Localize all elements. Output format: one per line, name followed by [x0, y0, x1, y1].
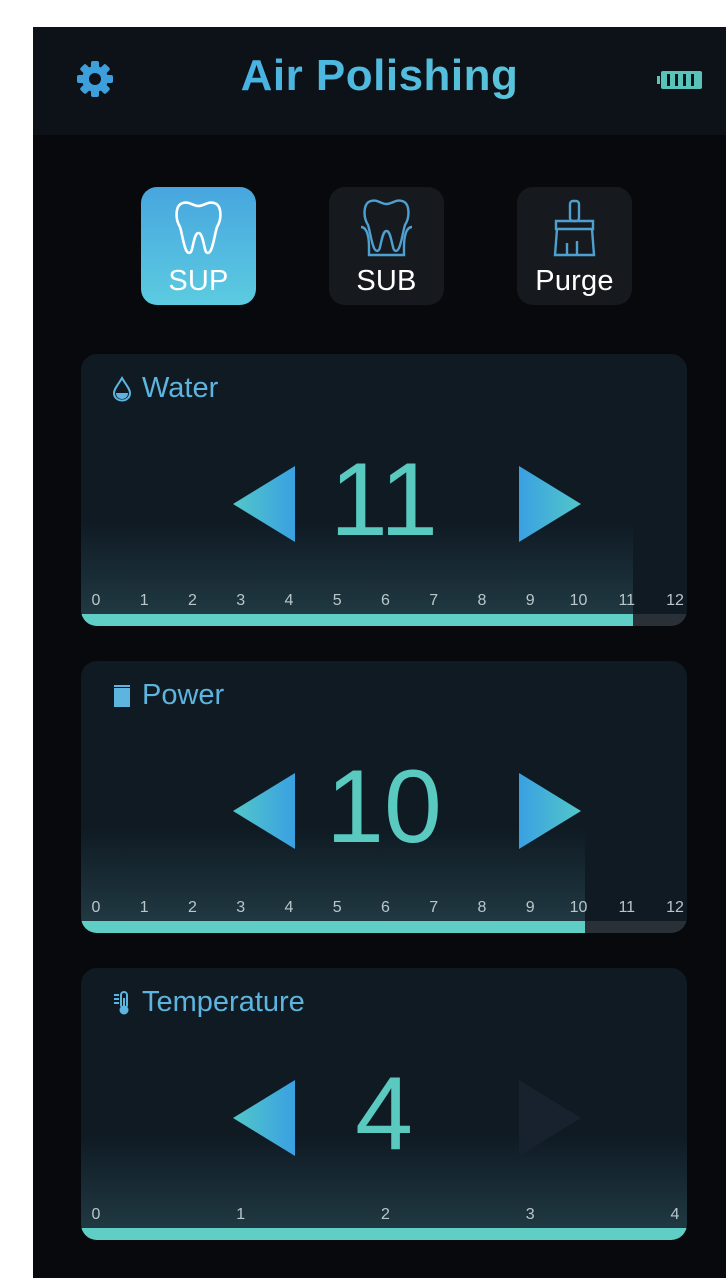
scale-tick-1: 1: [236, 1206, 246, 1223]
scale-tick-7: 7: [429, 899, 439, 916]
scale-tick-10: 10: [569, 899, 588, 916]
water-panel: Water 11 0 1 2 3 4 5 6 7 8 9 10 11 12: [81, 354, 687, 626]
scale-tick-0: 0: [91, 899, 101, 916]
scale-tick-12: 12: [666, 899, 684, 916]
tooth-gum-icon: [360, 199, 413, 257]
panel-title: Water: [111, 372, 218, 405]
tooth-icon: [175, 201, 222, 255]
scale-tick-12: 12: [666, 592, 684, 609]
scale-tick-4: 4: [284, 592, 294, 609]
scale-tick-8: 8: [477, 592, 487, 609]
temperature-panel: Temperature 4 0 1 2 3 4: [81, 968, 687, 1240]
panel-label: Water: [142, 372, 219, 404]
increase-arrow-icon-disabled: [519, 1080, 581, 1156]
panel-title: Temperature: [111, 986, 305, 1019]
scale-tick-1: 1: [139, 899, 149, 916]
panel-label: Temperature: [142, 986, 305, 1018]
scale-tick-7: 7: [429, 592, 439, 609]
page-title: Air Polishing: [33, 51, 726, 101]
scale-tick-10: 10: [569, 592, 588, 609]
power-value: 10: [326, 749, 442, 865]
scale-tick-2: 2: [188, 592, 197, 609]
brush-icon: [553, 199, 596, 257]
power-block-icon: [114, 684, 130, 707]
water-value: 11: [330, 442, 438, 558]
scale-tick-11: 11: [618, 899, 636, 916]
thermometer-icon: [114, 990, 129, 1014]
scale-tick-9: 9: [525, 899, 535, 916]
mode-button-purge[interactable]: Purge: [517, 187, 632, 305]
level-track[interactable]: [81, 1228, 687, 1240]
level-track[interactable]: [81, 921, 687, 933]
scale-tick-3: 3: [525, 1206, 535, 1223]
scale-tick-0: 0: [91, 592, 101, 609]
level-scale: 0 1 2 3 4 5 6 7 8 9 10 11 12: [81, 592, 687, 612]
scale-tick-5: 5: [332, 592, 342, 609]
scale-tick-0: 0: [91, 1206, 101, 1223]
level-track[interactable]: [81, 614, 687, 626]
scale-tick-6: 6: [381, 592, 390, 609]
scale-tick-1: 1: [139, 592, 149, 609]
mode-label: SUP: [168, 265, 229, 297]
scale-tick-8: 8: [477, 899, 487, 916]
power-panel: Power 10 0 1 2 3 4 5 6 7 8 9 10 11 12: [81, 661, 687, 933]
scale-tick-3: 3: [236, 899, 246, 916]
level-fill: [81, 921, 585, 933]
level-fill: [81, 1228, 687, 1240]
increase-arrow-icon[interactable]: [519, 466, 581, 542]
scale-tick-11: 11: [618, 592, 636, 609]
level-fill: [81, 614, 633, 626]
scale-tick-3: 3: [236, 592, 246, 609]
level-scale: 0 1 2 3 4: [81, 1206, 687, 1226]
mode-label: SUB: [356, 265, 417, 297]
mode-button-sub[interactable]: SUB: [329, 187, 444, 305]
water-drop-icon: [112, 375, 132, 402]
panel-title: Power: [111, 679, 224, 712]
scale-tick-2: 2: [188, 899, 197, 916]
increase-arrow-icon[interactable]: [519, 773, 581, 849]
header-bar: Air Polishing: [33, 27, 726, 135]
temperature-value: 4: [355, 1056, 413, 1172]
scale-tick-9: 9: [525, 592, 535, 609]
panel-label: Power: [142, 679, 225, 711]
scale-tick-4: 4: [670, 1206, 680, 1223]
level-scale: 0 1 2 3 4 5 6 7 8 9 10 11 12: [81, 899, 687, 919]
mode-button-sup[interactable]: SUP: [141, 187, 256, 305]
scale-tick-2: 2: [381, 1206, 390, 1223]
scale-tick-5: 5: [332, 899, 342, 916]
battery-icon: [657, 71, 702, 89]
scale-tick-6: 6: [381, 899, 390, 916]
device-screen: Air Polishing SUP SUB Purge Water 11 0 1…: [33, 27, 726, 1278]
mode-label: Purge: [535, 265, 614, 297]
scale-tick-4: 4: [284, 899, 294, 916]
